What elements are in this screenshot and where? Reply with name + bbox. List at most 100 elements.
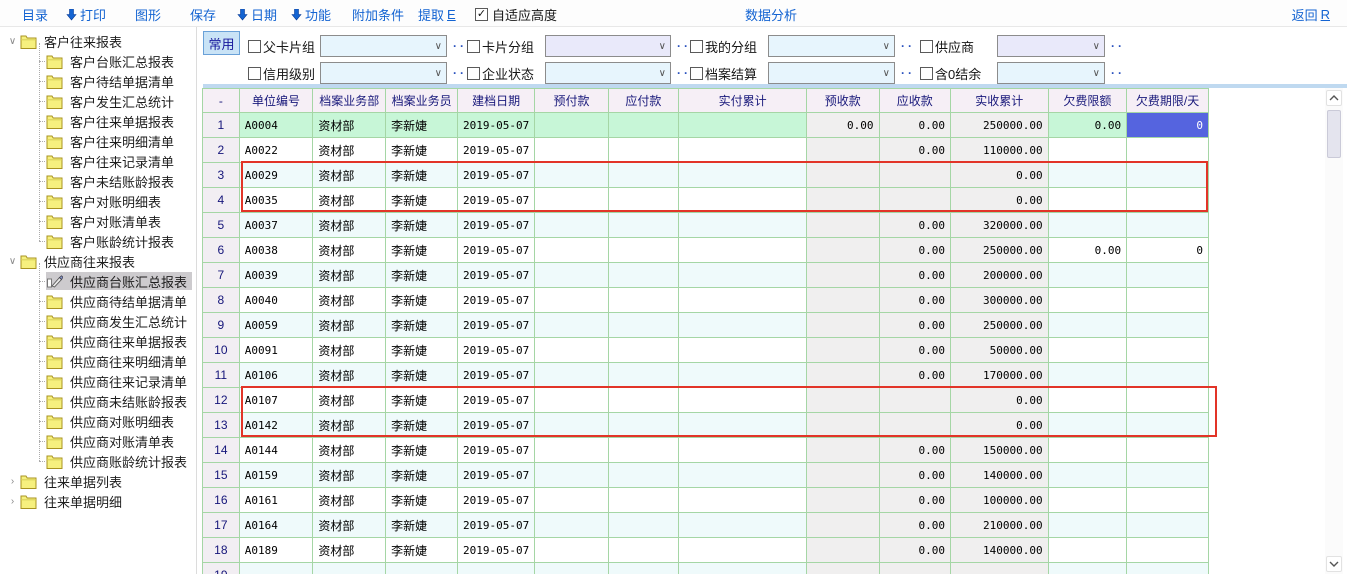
- cell[interactable]: 0.00: [951, 413, 1049, 438]
- cell[interactable]: 0.00: [951, 188, 1049, 213]
- row-number-cell[interactable]: 14: [203, 438, 240, 463]
- auto-height-checkbox[interactable]: ✓ 自适应高度: [475, 5, 557, 24]
- menu-function-button[interactable]: 功能: [291, 5, 331, 24]
- cell[interactable]: [807, 363, 879, 388]
- tree-item[interactable]: 供应商对账明细表: [0, 411, 196, 431]
- cell[interactable]: [679, 488, 807, 513]
- cell[interactable]: [879, 563, 951, 574]
- cell[interactable]: 320000.00: [951, 213, 1049, 238]
- cell[interactable]: 0.00: [879, 288, 951, 313]
- cell[interactable]: 资材部: [313, 213, 386, 238]
- cell[interactable]: A0091: [239, 338, 313, 363]
- cell[interactable]: [608, 138, 679, 163]
- tree-root-item[interactable]: ∨供应商往来报表: [0, 251, 196, 271]
- cell[interactable]: 2019-05-07: [457, 238, 534, 263]
- selected-row-cell[interactable]: 2019-05-07: [457, 113, 534, 138]
- cell[interactable]: [807, 563, 879, 574]
- cell[interactable]: [807, 238, 879, 263]
- tree-item[interactable]: 供应商往来明细清单: [0, 351, 196, 371]
- tree-item[interactable]: 客户待结单据清单: [0, 71, 196, 91]
- grid-row[interactable]: 4A0035资材部李新婕2019-05-070.00: [203, 188, 1209, 213]
- filter-checkbox-7[interactable]: [920, 67, 933, 80]
- cell[interactable]: 李新婕: [386, 413, 458, 438]
- menu-print-button[interactable]: 打印: [66, 5, 106, 24]
- cell[interactable]: A0107: [239, 388, 313, 413]
- cell[interactable]: 资材部: [313, 438, 386, 463]
- cell[interactable]: 2019-05-07: [457, 538, 534, 563]
- cell[interactable]: 100000.00: [951, 488, 1049, 513]
- grid-row[interactable]: 13A0142资材部李新婕2019-05-070.00: [203, 413, 1209, 438]
- cell[interactable]: 2019-05-07: [457, 338, 534, 363]
- cell[interactable]: [807, 138, 879, 163]
- cell[interactable]: 140000.00: [951, 463, 1049, 488]
- cell[interactable]: [679, 463, 807, 488]
- row-number-cell[interactable]: 10: [203, 338, 240, 363]
- cell[interactable]: 资材部: [313, 313, 386, 338]
- cell[interactable]: [679, 438, 807, 463]
- cell[interactable]: A0106: [239, 363, 313, 388]
- tree-item[interactable]: 客户台账汇总报表: [0, 51, 196, 71]
- grid-column-header[interactable]: 档案业务员: [386, 89, 458, 113]
- cell[interactable]: [807, 488, 879, 513]
- cell[interactable]: 李新婕: [386, 238, 458, 263]
- cell[interactable]: [1048, 363, 1127, 388]
- grid-row[interactable]: 6A0038资材部李新婕2019-05-070.00250000.000.000: [203, 238, 1209, 263]
- cell[interactable]: [1048, 438, 1127, 463]
- cell[interactable]: [807, 188, 879, 213]
- tree-item[interactable]: 供应商待结单据清单: [0, 291, 196, 311]
- grid-column-header[interactable]: 档案业务部: [313, 89, 386, 113]
- cell[interactable]: 李新婕: [386, 438, 458, 463]
- tree-item[interactable]: 客户往来记录清单: [0, 151, 196, 171]
- cell[interactable]: A0037: [239, 213, 313, 238]
- cell[interactable]: [608, 388, 679, 413]
- cell[interactable]: [1127, 463, 1209, 488]
- tree-item[interactable]: 客户发生汇总统计: [0, 91, 196, 111]
- filter-browse-dots-1[interactable]: ··: [677, 39, 691, 53]
- cell[interactable]: 50000.00: [951, 338, 1049, 363]
- tree-item[interactable]: 供应商未结账龄报表: [0, 391, 196, 411]
- grid-column-header[interactable]: 欠费期限/天: [1127, 89, 1209, 113]
- row-number-cell[interactable]: 3: [203, 163, 240, 188]
- cell[interactable]: 李新婕: [386, 338, 458, 363]
- row-number-cell[interactable]: 2: [203, 138, 240, 163]
- filter-checkbox-1[interactable]: [467, 40, 480, 53]
- filter-checkbox-5[interactable]: [467, 67, 480, 80]
- row-number-cell[interactable]: 13: [203, 413, 240, 438]
- scrollbar-thumb[interactable]: [1327, 110, 1341, 158]
- tree-root-item[interactable]: ›往来单据明细: [0, 491, 196, 511]
- cell[interactable]: [535, 363, 608, 388]
- cell[interactable]: 2019-05-07: [457, 388, 534, 413]
- cell[interactable]: [807, 538, 879, 563]
- cell[interactable]: 资材部: [313, 513, 386, 538]
- cell[interactable]: [807, 463, 879, 488]
- selected-row-cell[interactable]: 资材部: [313, 113, 386, 138]
- row-number-cell[interactable]: 6: [203, 238, 240, 263]
- row-number-cell[interactable]: 17: [203, 513, 240, 538]
- grid-row[interactable]: 7A0039资材部李新婕2019-05-070.00200000.00: [203, 263, 1209, 288]
- cell[interactable]: [608, 288, 679, 313]
- menu-data-analysis-button[interactable]: 数据分析: [745, 5, 797, 24]
- cell[interactable]: [1127, 538, 1209, 563]
- cell[interactable]: [1048, 288, 1127, 313]
- cell[interactable]: 李新婕: [386, 363, 458, 388]
- cell[interactable]: [1048, 188, 1127, 213]
- tree-root-item[interactable]: ∨客户往来报表: [0, 31, 196, 51]
- tree-item[interactable]: 客户账龄统计报表: [0, 231, 196, 251]
- menu-catalog-button[interactable]: 目录: [22, 5, 48, 24]
- selected-row-cell[interactable]: 李新婕: [386, 113, 458, 138]
- cell[interactable]: 0.00: [1048, 238, 1127, 263]
- selected-row-cell[interactable]: [679, 113, 807, 138]
- filter-browse-dots-0[interactable]: ··: [453, 39, 467, 53]
- cell[interactable]: A0035: [239, 188, 313, 213]
- row-number-cell[interactable]: 9: [203, 313, 240, 338]
- cell[interactable]: 2019-05-07: [457, 463, 534, 488]
- tree-item[interactable]: 供应商对账清单表: [0, 431, 196, 451]
- selected-row-cell[interactable]: [608, 113, 679, 138]
- cell[interactable]: [1048, 263, 1127, 288]
- row-number-cell[interactable]: 7: [203, 263, 240, 288]
- row-number-cell[interactable]: 5: [203, 213, 240, 238]
- cell[interactable]: 250000.00: [951, 313, 1049, 338]
- grid-row[interactable]: 11A0106资材部李新婕2019-05-070.00170000.00: [203, 363, 1209, 388]
- cell[interactable]: 资材部: [313, 188, 386, 213]
- cell[interactable]: [535, 538, 608, 563]
